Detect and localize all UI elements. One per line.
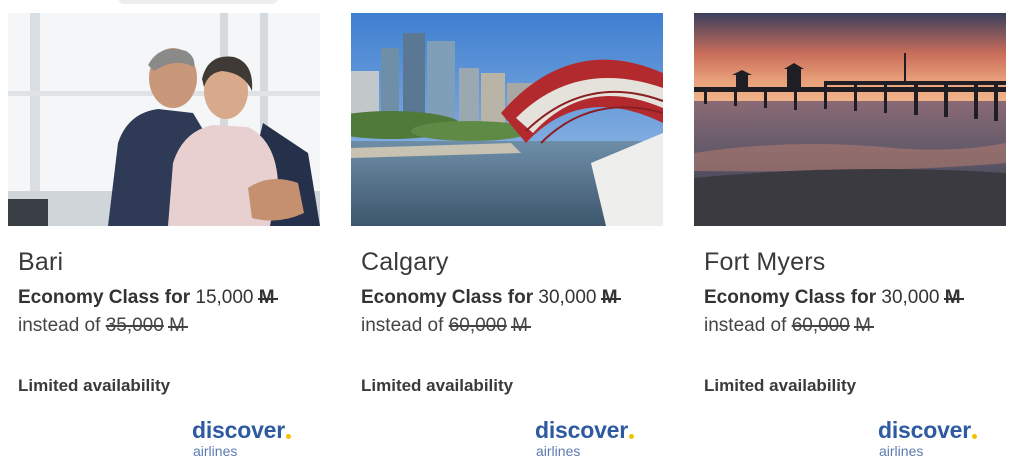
discover-airlines-logo: discover airlines (535, 417, 655, 461)
brand-wordmark: discover (535, 417, 629, 443)
original-price: instead of 60,000 M (704, 315, 874, 337)
brand-dot-icon (629, 434, 634, 439)
offer-card-fort-myers[interactable]: Fort Myers Economy Class for 30,000 M in… (694, 13, 1006, 470)
brand-subline: airlines (879, 443, 924, 459)
availability-note: Limited availability (704, 376, 857, 395)
brand-dot-icon (286, 434, 291, 439)
discover-airlines-logo: discover airlines (192, 417, 312, 461)
instead-of-label: instead of (18, 315, 101, 336)
miles-currency-icon: M (600, 287, 621, 308)
destination-image-fort-myers[interactable] (694, 13, 1006, 226)
miles-price: 30,000 (538, 287, 597, 308)
destination-name: Fort Myers (704, 248, 826, 276)
destination-name: Calgary (361, 248, 449, 276)
cabin-class-label: Economy Class for (704, 287, 877, 308)
original-price: instead of 60,000 M (361, 315, 531, 337)
brand-subline: airlines (193, 443, 238, 459)
offer-card-bari[interactable]: Bari Economy Class for 15,000 M instead … (8, 13, 320, 470)
miles-currency-icon: M (257, 287, 278, 308)
miles-currency-icon: M (943, 287, 964, 308)
discover-airlines-logo: discover airlines (878, 417, 998, 461)
availability-note: Limited availability (18, 376, 171, 395)
destination-image-calgary[interactable] (351, 13, 663, 226)
instead-of-label: instead of (704, 315, 787, 336)
miles-price: 30,000 (881, 287, 940, 308)
miles-currency-icon: M (168, 315, 188, 336)
cabin-class-label: Economy Class for (361, 287, 534, 308)
cabin-class-label: Economy Class for (18, 287, 191, 308)
offer-price: Economy Class for 30,000 M (704, 287, 964, 309)
brand-subline: airlines (536, 443, 581, 459)
scroll-indicator (118, 0, 278, 4)
offer-cards: Bari Economy Class for 15,000 M instead … (8, 13, 1012, 470)
offer-price: Economy Class for 30,000 M (361, 287, 621, 309)
brand-wordmark: discover (878, 417, 972, 443)
old-miles-price: 60,000 (791, 315, 850, 336)
miles-currency-icon: M (854, 315, 874, 336)
brand-wordmark: discover (192, 417, 286, 443)
old-miles-price: 60,000 (448, 315, 507, 336)
original-price: instead of 35,000 M (18, 315, 188, 337)
offer-price: Economy Class for 15,000 M (18, 287, 278, 309)
offer-card-calgary[interactable]: Calgary Economy Class for 30,000 M inste… (351, 13, 663, 470)
instead-of-label: instead of (361, 315, 444, 336)
brand-dot-icon (972, 434, 977, 439)
destination-name: Bari (18, 248, 64, 276)
availability-note: Limited availability (361, 376, 514, 395)
miles-currency-icon: M (511, 315, 531, 336)
old-miles-price: 35,000 (105, 315, 164, 336)
miles-price: 15,000 (195, 287, 254, 308)
destination-image-bari[interactable] (8, 13, 320, 226)
